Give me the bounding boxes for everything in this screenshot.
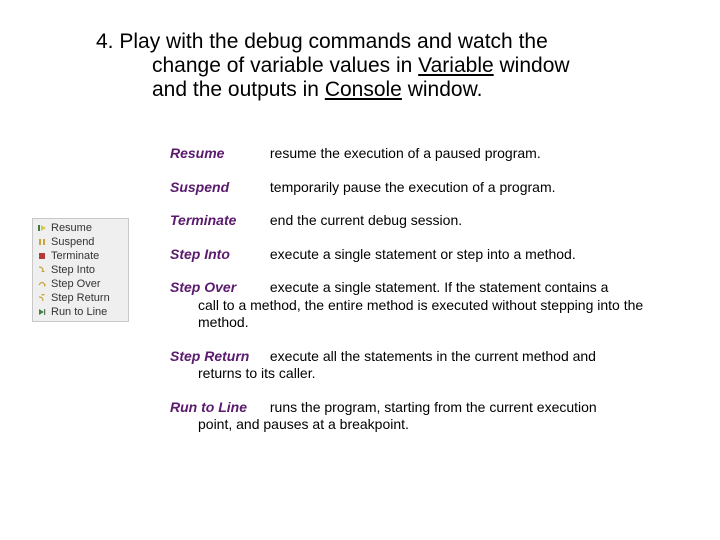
heading-line1: 4. Play with the debug commands and watc… bbox=[96, 30, 548, 53]
heading-line3b: window. bbox=[402, 78, 483, 101]
definition-run-to-line: Run to Line runs the program, starting f… bbox=[170, 399, 680, 434]
menu-label: Step Over bbox=[51, 278, 101, 290]
suspend-icon bbox=[37, 237, 47, 247]
menu-item-step-return[interactable]: Step Return bbox=[33, 291, 128, 305]
def-term: Run to Line bbox=[170, 399, 258, 417]
step-return-icon bbox=[37, 293, 47, 303]
definition-terminate: Terminate end the current debug session. bbox=[170, 212, 680, 230]
menu-item-terminate[interactable]: Terminate bbox=[33, 249, 128, 263]
def-desc: temporarily pause the execution of a pro… bbox=[270, 179, 556, 195]
definition-suspend: Suspend temporarily pause the execution … bbox=[170, 179, 680, 197]
menu-label: Terminate bbox=[51, 250, 99, 262]
def-term: Step Over bbox=[170, 279, 258, 297]
step-into-icon bbox=[37, 265, 47, 275]
menu-label: Run to Line bbox=[51, 306, 107, 318]
def-desc-cont: call to a method, the entire method is e… bbox=[198, 297, 680, 332]
definitions-list: Resume resume the execution of a paused … bbox=[170, 145, 680, 450]
menu-item-suspend[interactable]: Suspend bbox=[33, 235, 128, 249]
def-desc-start: runs the program, starting from the curr… bbox=[270, 399, 597, 415]
heading-line2b: window bbox=[494, 54, 570, 77]
run-to-line-icon bbox=[37, 307, 47, 317]
menu-label: Suspend bbox=[51, 236, 94, 248]
def-desc: end the current debug session. bbox=[270, 212, 462, 228]
menu-label: Step Into bbox=[51, 264, 95, 276]
def-term: Step Return bbox=[170, 348, 258, 366]
menu-item-run-to-line[interactable]: Run to Line bbox=[33, 305, 128, 319]
def-desc-start: execute all the statements in the curren… bbox=[270, 348, 596, 364]
def-desc-cont: point, and pauses at a breakpoint. bbox=[198, 416, 680, 434]
definition-step-return: Step Return execute all the statements i… bbox=[170, 348, 680, 383]
heading-line3a: and the outputs in bbox=[152, 78, 325, 101]
menu-label: Step Return bbox=[51, 292, 110, 304]
def-desc: resume the execution of a paused program… bbox=[270, 145, 541, 161]
def-desc-cont: returns to its caller. bbox=[198, 365, 680, 383]
step-over-icon bbox=[37, 279, 47, 289]
menu-item-step-over[interactable]: Step Over bbox=[33, 277, 128, 291]
def-desc: execute a single statement or step into … bbox=[270, 246, 576, 262]
menu-item-resume[interactable]: Resume bbox=[33, 221, 128, 235]
def-desc-start: execute a single statement. If the state… bbox=[270, 279, 609, 295]
heading-console-word: Console bbox=[325, 78, 402, 101]
definition-step-over: Step Over execute a single statement. If… bbox=[170, 279, 680, 332]
menu-label: Resume bbox=[51, 222, 92, 234]
menu-item-step-into[interactable]: Step Into bbox=[33, 263, 128, 277]
def-term: Resume bbox=[170, 145, 258, 163]
definition-resume: Resume resume the execution of a paused … bbox=[170, 145, 680, 163]
def-term: Suspend bbox=[170, 179, 258, 197]
def-term: Terminate bbox=[170, 212, 258, 230]
terminate-icon bbox=[37, 251, 47, 261]
heading-line2a: change of variable values in bbox=[152, 54, 418, 77]
debug-context-menu: Resume Suspend Terminate Step Into Step … bbox=[32, 218, 129, 322]
resume-icon bbox=[37, 223, 47, 233]
definition-step-into: Step Into execute a single statement or … bbox=[170, 246, 680, 264]
instruction-heading: 4. Play with the debug commands and watc… bbox=[96, 30, 656, 102]
heading-variable-word: Variable bbox=[418, 54, 494, 77]
def-term: Step Into bbox=[170, 246, 258, 264]
